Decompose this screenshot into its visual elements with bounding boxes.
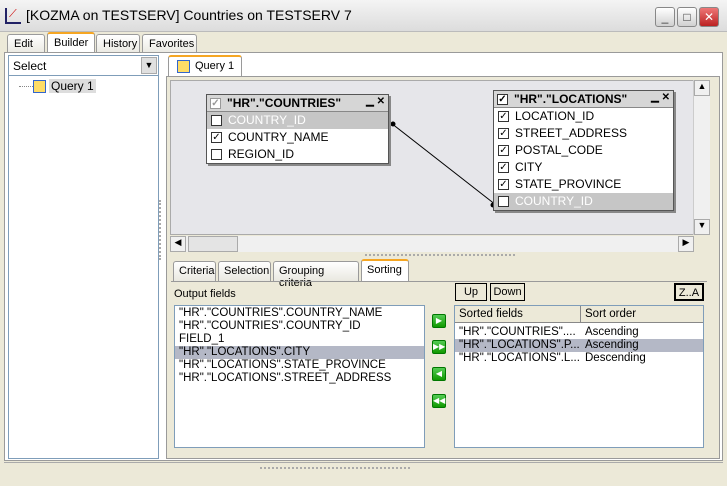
down-button[interactable]: Down [490, 283, 525, 301]
table-header[interactable]: ✓ "HR"."COUNTRIES" ▁ ✕ [207, 95, 388, 112]
tab-query-1[interactable]: Query 1 [168, 55, 242, 77]
field-city[interactable]: ✓ CITY [494, 159, 673, 176]
tab-selection[interactable]: Selection [218, 261, 271, 281]
field-label: COUNTRY_NAME [228, 130, 329, 144]
table-header[interactable]: ✓ "HR"."LOCATIONS" ▁ ✕ [494, 91, 673, 108]
field-country-id[interactable]: ✓ COUNTRY_ID [494, 193, 673, 210]
output-field-item[interactable]: "HR"."COUNTRIES".COUNTRY_ID [175, 320, 424, 333]
tree-line [19, 86, 33, 87]
remove-field-icon[interactable]: ◀ [432, 367, 446, 381]
tab-sorting[interactable]: Sorting [361, 259, 409, 281]
close-button[interactable]: ✕ [699, 7, 719, 27]
table-locations[interactable]: ✓ "HR"."LOCATIONS" ▁ ✕ ✓ LOCATION_ID ✓ STREE… [493, 90, 674, 211]
sort-order-value[interactable]: Ascending [585, 326, 639, 339]
output-field-item[interactable]: FIELD_1 [175, 333, 424, 346]
field-postal-code[interactable]: ✓ POSTAL_CODE [494, 142, 673, 159]
output-field-item[interactable]: "HR"."COUNTRIES".COUNTRY_NAME [175, 307, 424, 320]
field-label: STATE_PROVINCE [515, 177, 622, 191]
field-state-province[interactable]: ✓ STATE_PROVINCE [494, 176, 673, 193]
window-title: [KOZMA on TESTSERV] Countries on TESTSER… [26, 7, 352, 23]
scroll-left-icon[interactable]: ◀ [170, 236, 186, 252]
sorted-field-name: "HR"."COUNTRIES".... [459, 326, 576, 338]
field-location-id[interactable]: ✓ LOCATION_ID [494, 108, 673, 125]
field-label: STREET_ADDRESS [515, 126, 628, 140]
sort-order-value[interactable]: Descending [585, 352, 646, 365]
field-label: COUNTRY_ID [515, 194, 593, 208]
remove-all-icon[interactable]: ◀◀ [432, 394, 446, 408]
vertical-scrollbar[interactable]: ▲ ▼ [693, 80, 710, 235]
table-countries[interactable]: ✓ "HR"."COUNTRIES" ▁ ✕ ✓ COUNTRY_ID ✓ COUNTR… [206, 94, 389, 164]
field-country-name[interactable]: ✓ COUNTRY_NAME [207, 129, 388, 146]
field-label: POSTAL_CODE [515, 143, 603, 157]
field-label: LOCATION_ID [515, 109, 595, 123]
output-field-item[interactable]: "HR"."LOCATIONS".STREET_ADDRESS [175, 372, 424, 385]
tab-favorites[interactable]: Favorites [142, 34, 197, 54]
up-button[interactable]: Up [455, 283, 487, 301]
horizontal-splitter[interactable] [365, 254, 515, 256]
select-combobox[interactable]: Select ▼ [9, 56, 158, 76]
tab-builder[interactable]: Builder [47, 32, 95, 54]
output-field-item[interactable]: "HR"."LOCATIONS".CITY [175, 346, 424, 359]
sort-order-toggle-button[interactable]: Z..A [674, 283, 704, 301]
tree-item-query-1[interactable]: Query 1 [49, 79, 96, 93]
column-header-sorted-fields[interactable]: Sorted fields [455, 306, 581, 322]
diagram-canvas: ✓ "HR"."COUNTRIES" ▁ ✕ ✓ COUNTRY_ID ✓ COUNTR… [170, 80, 710, 235]
sorted-field-row[interactable]: "HR"."LOCATIONS".L... Descending [455, 352, 703, 365]
field-label: CITY [515, 160, 543, 174]
query-tree-panel: Select ▼ Query 1 [8, 55, 159, 459]
field-region-id[interactable]: REGION_ID [207, 146, 388, 163]
sorted-fields-grid[interactable]: Sorted fields Sort order "HR"."COUNTRIES… [454, 305, 704, 448]
table-title: "HR"."COUNTRIES" [227, 96, 342, 110]
chevron-down-icon[interactable]: ▼ [141, 57, 157, 74]
select-value: Select [13, 59, 47, 73]
app-icon: ⟋ [5, 8, 21, 24]
output-fields-label: Output fields [174, 288, 236, 300]
add-all-icon[interactable]: ▶▶ [432, 340, 446, 354]
query-icon [33, 80, 46, 93]
horizontal-scrollbar[interactable]: ◀ ▶ [170, 236, 694, 252]
vertical-splitter[interactable] [159, 200, 165, 260]
tab-grouping-criteria[interactable]: Grouping criteria [273, 261, 359, 289]
output-field-item[interactable]: "HR"."LOCATIONS".STATE_PROVINCE [175, 359, 424, 372]
tab-edit[interactable]: Edit [7, 34, 45, 54]
sorted-field-row[interactable]: "HR"."COUNTRIES".... Ascending [455, 326, 703, 339]
minimize-button[interactable]: _ [655, 7, 675, 27]
maximize-button[interactable]: □ [677, 7, 697, 27]
bottom-splitter[interactable] [260, 467, 410, 469]
query-icon [177, 60, 190, 73]
sorted-field-row[interactable]: "HR"."LOCATIONS".P... Ascending [455, 339, 703, 352]
field-country-id[interactable]: ✓ COUNTRY_ID [207, 112, 388, 129]
tab-history[interactable]: History [96, 34, 140, 54]
add-field-icon[interactable]: ▶ [432, 314, 446, 328]
title-bar: ⟋ [KOZMA on TESTSERV] Countries on TESTS… [0, 0, 727, 32]
field-street-address[interactable]: ✓ STREET_ADDRESS [494, 125, 673, 142]
scroll-thumb[interactable] [188, 236, 238, 252]
sort-order-value[interactable]: Ascending [585, 339, 639, 352]
query-tab-label: Query 1 [195, 60, 235, 72]
sorted-field-name: "HR"."LOCATIONS".L... [459, 352, 580, 364]
table-title: "HR"."LOCATIONS" [514, 92, 628, 106]
column-header-sort-order[interactable]: Sort order [581, 306, 640, 322]
sorted-field-name: "HR"."LOCATIONS".P... [459, 339, 580, 351]
field-label: COUNTRY_ID [228, 113, 306, 127]
tab-criteria[interactable]: Criteria [173, 261, 216, 281]
field-label: REGION_ID [228, 147, 295, 161]
scroll-right-icon[interactable]: ▶ [678, 236, 694, 252]
status-bar [4, 462, 723, 484]
output-fields-list[interactable]: "HR"."COUNTRIES".COUNTRY_NAME "HR"."COUNT… [174, 305, 425, 448]
